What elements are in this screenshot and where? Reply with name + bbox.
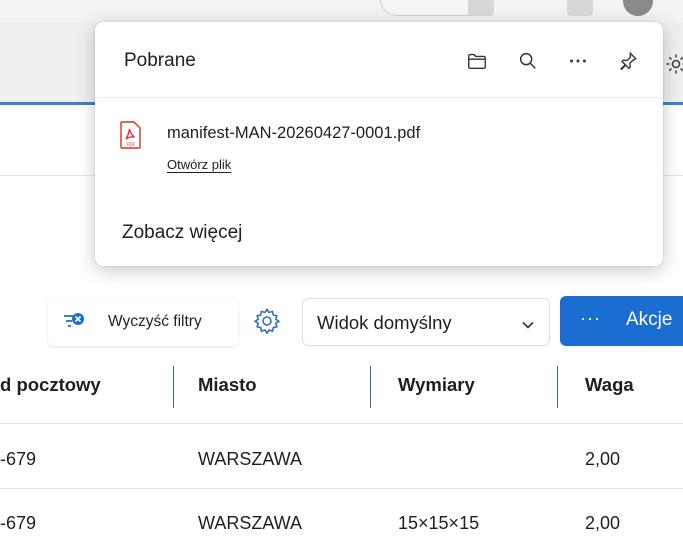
table-row[interactable]: -679 WARSZAWA 2,00	[0, 425, 683, 489]
browser-button[interactable]	[504, 0, 530, 16]
column-resize-handle[interactable]	[370, 366, 371, 408]
column-header-dimensions[interactable]: Wymiary	[398, 374, 475, 396]
cell-postal-code: -679	[0, 513, 37, 533]
browser-button[interactable]	[567, 0, 593, 16]
browser-button[interactable]	[468, 0, 494, 16]
pdf-file-icon: PDF	[120, 121, 142, 149]
cell-city: WARSZAWA	[198, 449, 302, 469]
download-filename[interactable]: manifest-MAN-20260427-0001.pdf	[167, 124, 420, 143]
column-header-weight[interactable]: Waga	[585, 374, 634, 396]
clear-filters-button[interactable]: Wyczyść filtry	[48, 298, 238, 346]
cell-postal-code: -679	[0, 449, 37, 469]
see-more-link[interactable]: Zobacz więcej	[122, 222, 242, 244]
table-row[interactable]: -679 WARSZAWA 15×15×15 2,00	[0, 489, 683, 541]
actions-label: Akcje	[626, 309, 673, 330]
column-resize-handle[interactable]	[557, 366, 558, 408]
cell-weight: 2,00	[585, 449, 621, 469]
downloads-panel: Pobrane PDF manifest-MAN-20260427-0001.p…	[95, 22, 663, 266]
search-icon[interactable]	[516, 49, 540, 73]
pin-icon[interactable]	[616, 49, 640, 73]
column-header-postal-code[interactable]: d pocztowy	[0, 374, 101, 396]
view-select-dropdown[interactable]: Widok domyślny	[302, 298, 550, 346]
view-select-value: Widok domyślny	[317, 312, 452, 333]
column-header-city[interactable]: Miasto	[198, 374, 257, 396]
cell-city: WARSZAWA	[198, 513, 302, 533]
downloads-panel-header: Pobrane	[95, 22, 663, 98]
folder-icon[interactable]	[465, 49, 489, 73]
clear-filter-icon	[62, 311, 86, 333]
actions-button[interactable]: ··· Akcje	[560, 296, 683, 346]
settings-gear-icon[interactable]	[252, 306, 282, 336]
more-options-icon[interactable]	[566, 49, 590, 73]
cell-dimensions: 15×15×15	[398, 513, 480, 533]
column-resize-handle[interactable]	[173, 366, 174, 408]
chevron-down-icon	[521, 317, 535, 329]
table-header: d pocztowy Miasto Wymiary Waga	[0, 354, 683, 424]
gear-icon[interactable]	[664, 52, 683, 76]
cell-weight: 2,00	[585, 513, 621, 533]
more-dots-icon: ···	[580, 308, 601, 328]
open-file-link[interactable]: Otwórz plik	[167, 157, 231, 172]
downloads-title: Pobrane	[124, 50, 196, 71]
clear-filters-label: Wyczyść filtry	[108, 313, 202, 330]
svg-text:PDF: PDF	[127, 142, 135, 147]
